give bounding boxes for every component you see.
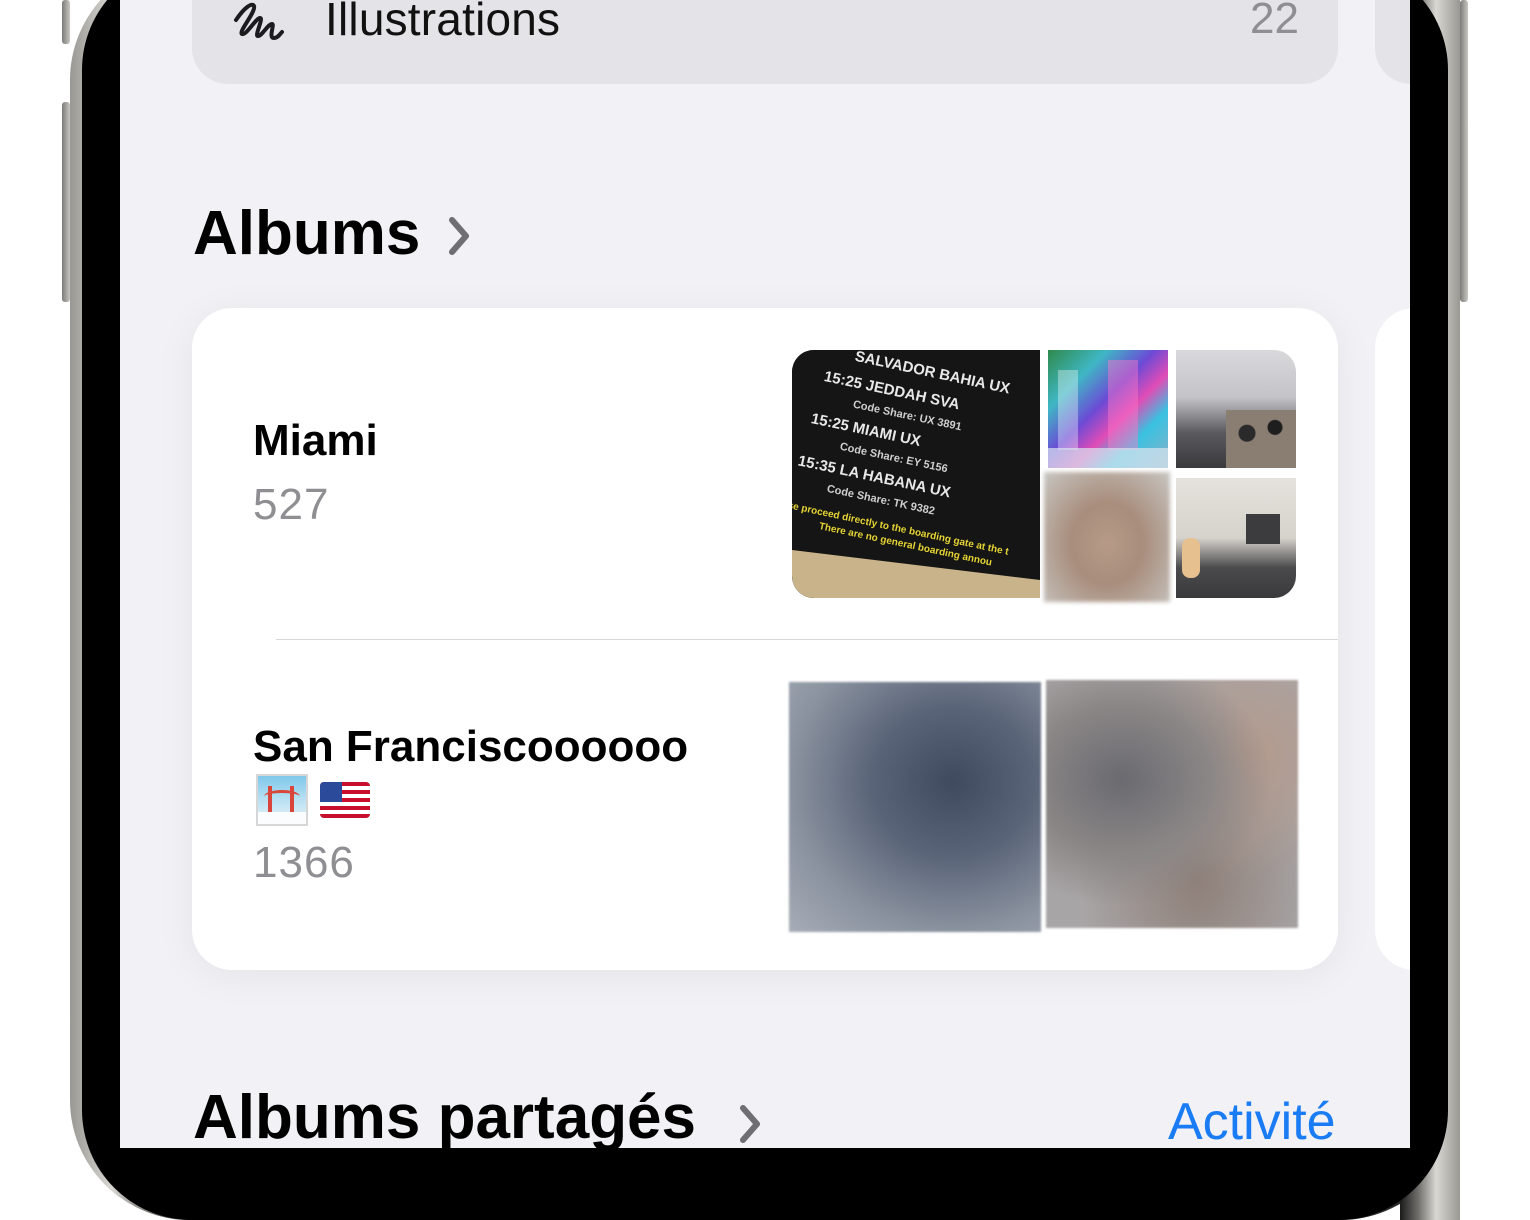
miami-thumb-blurred[interactable] xyxy=(1044,472,1170,602)
illustrations-label: Illustrations xyxy=(325,0,561,45)
shared-albums-section-title[interactable]: Albums partagés xyxy=(193,1082,696,1148)
sf-thumb-blurred-left[interactable] xyxy=(789,682,1041,932)
side-button-middle xyxy=(62,102,70,302)
miami-thumb-crowd[interactable] xyxy=(1176,350,1296,468)
us-flag-emoji xyxy=(320,782,370,818)
sf-thumb-blurred-right[interactable] xyxy=(1046,680,1298,928)
chevron-right-icon[interactable] xyxy=(446,216,472,256)
album-name-san-francisco[interactable]: San Franciscoooooo xyxy=(253,722,688,772)
album-count-miami: 527 xyxy=(253,480,330,529)
next-card-peek xyxy=(1375,0,1410,84)
departure-board-image: SALVADOR BAHIA UX 15:25 JEDDAH SVA Code … xyxy=(792,350,1040,598)
foggy-bridge-emoji xyxy=(256,774,308,826)
side-button-top xyxy=(62,0,70,44)
photos-screen: Illustrations 22 Albums Miami 527 SALVAD… xyxy=(120,0,1410,1148)
miami-thumb-office[interactable] xyxy=(1176,478,1296,598)
miami-thumb-colorful-walkway[interactable] xyxy=(1048,350,1168,468)
illustrations-count: 22 xyxy=(1250,0,1299,43)
miami-thumb-departure-board[interactable]: SALVADOR BAHIA UX 15:25 JEDDAH SVA Code … xyxy=(792,350,1040,598)
albums-card-peek xyxy=(1375,308,1410,970)
album-count-san-francisco: 1366 xyxy=(253,838,355,887)
album-name-miami[interactable]: Miami xyxy=(253,416,378,466)
scribble-icon xyxy=(234,2,284,40)
side-button-right xyxy=(1460,0,1468,302)
shared-chevron-right-icon[interactable] xyxy=(737,1104,763,1144)
albums-section-title[interactable]: Albums xyxy=(193,198,420,269)
album-divider xyxy=(276,639,1338,640)
activity-link[interactable]: Activité xyxy=(1168,1092,1336,1148)
